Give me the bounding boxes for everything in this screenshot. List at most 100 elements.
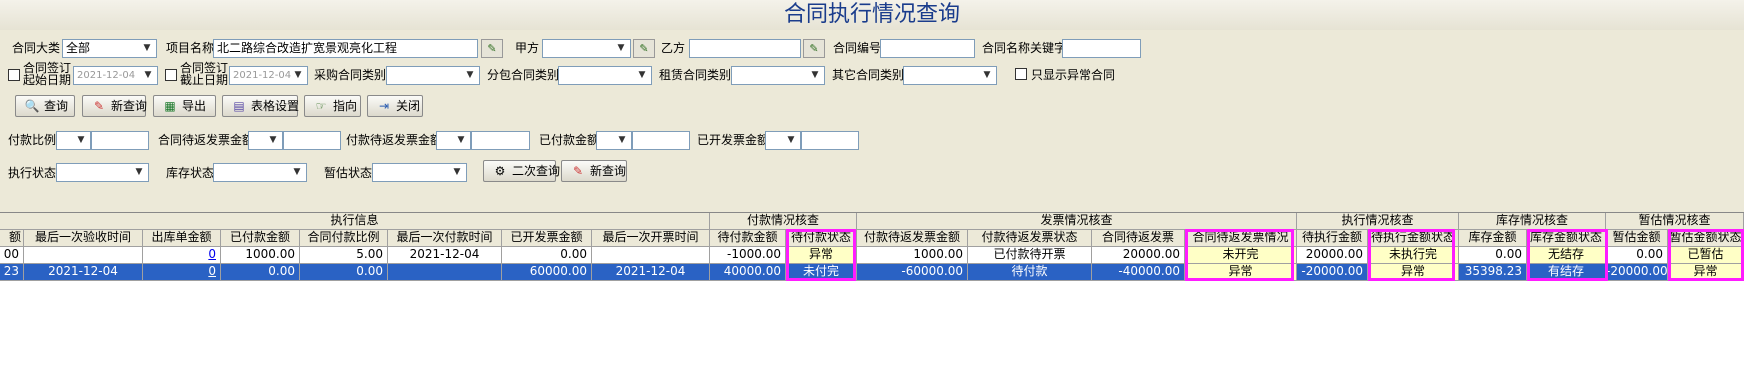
column-header[interactable]: 最后一次验收时间 <box>24 230 143 247</box>
highlight-box-stock-status <box>1527 229 1608 281</box>
results-table[interactable]: 执行信息 付款情况核查 发票情况核查 执行情况核查 库存情况核查 暂估情况核查 … <box>0 212 1744 385</box>
project-pick-icon[interactable]: ✎ <box>481 39 503 58</box>
pay-ratio-op-select[interactable]: ▼ <box>56 131 91 150</box>
column-header[interactable]: 已付款金额 <box>221 230 300 247</box>
project-name-input[interactable]: 北二路综合改造扩宽景观亮化工程 <box>213 39 478 58</box>
table-cell[interactable]: 0.00 <box>1606 247 1668 264</box>
table-cell[interactable]: 2021-12-04 <box>592 264 710 281</box>
outbound-amount-link[interactable]: 0 <box>208 264 220 279</box>
table-cell[interactable] <box>388 264 502 281</box>
table-cell[interactable]: 35398.23 <box>1459 264 1527 281</box>
invoiced-op-select[interactable]: ▼ <box>765 131 801 150</box>
table-cell[interactable]: 已付款待开票 <box>968 247 1092 264</box>
paid-input[interactable] <box>632 131 690 150</box>
close-button[interactable]: ⇥ 关闭 <box>367 95 423 117</box>
sign-end-date[interactable]: 2021-12-04 ▼ <box>229 66 308 85</box>
column-header[interactable]: 待执行金额 <box>1297 230 1368 247</box>
table-cell[interactable]: -1000.00 <box>710 247 786 264</box>
outbound-amount-link[interactable]: 0 <box>208 247 220 262</box>
only-abnormal-checkbox[interactable] <box>1015 68 1027 80</box>
party-b-label: 乙方 <box>661 41 686 55</box>
table-cell[interactable]: 60000.00 <box>502 264 592 281</box>
contract-no-input[interactable] <box>880 39 975 58</box>
table-cell[interactable]: 1000.00 <box>221 247 300 264</box>
invoiced-input[interactable] <box>801 131 859 150</box>
column-header[interactable]: 合同待返发票 <box>1092 230 1185 247</box>
stock-status-select[interactable]: ▼ <box>213 163 307 182</box>
party-a-pick-icon[interactable]: ✎ <box>633 39 655 58</box>
table-cell[interactable]: 0.00 <box>221 264 300 281</box>
sign-start-checkbox[interactable] <box>8 69 20 81</box>
column-header[interactable]: 已开发票金额 <box>502 230 592 247</box>
column-header[interactable]: 库存金额 <box>1459 230 1527 247</box>
column-header[interactable]: 最后一次开票时间 <box>592 230 710 247</box>
column-header[interactable]: 最后一次付款时间 <box>388 230 502 247</box>
table-cell[interactable]: 0.00 <box>1459 247 1527 264</box>
table-cell[interactable]: -40000.00 <box>1092 264 1185 281</box>
table-cell[interactable]: 0 <box>143 264 221 281</box>
column-header[interactable]: 待付款金额 <box>710 230 786 247</box>
export-button[interactable]: ▦ 导出 <box>153 95 216 117</box>
pointer-icon: ☞ <box>315 99 327 113</box>
other-type-select[interactable]: ▼ <box>903 66 997 85</box>
table-cell[interactable]: 2021-12-04 <box>24 264 143 281</box>
paid-op-select[interactable]: ▼ <box>596 131 632 150</box>
party-a-select[interactable]: ▼ <box>542 39 631 58</box>
pay-pending-invoice-op-select[interactable]: ▼ <box>436 131 471 150</box>
table-cell[interactable]: 1000.00 <box>857 247 968 264</box>
chevron-down-icon: ▼ <box>453 167 461 177</box>
sign-end-checkbox[interactable] <box>165 69 177 81</box>
query-button[interactable]: 🔍 查询 <box>15 95 75 117</box>
keyword-input[interactable] <box>1062 39 1141 58</box>
table-cell[interactable]: 5.00 <box>300 247 388 264</box>
table-cell[interactable]: 0.00 <box>300 264 388 281</box>
table-cell[interactable]: 2021-12-04 <box>388 247 502 264</box>
new-query-button-2[interactable]: ✎ 新查询 <box>561 160 627 182</box>
chevron-down-icon: ▼ <box>294 70 302 80</box>
guide-button[interactable]: ☞ 指向 <box>304 95 361 117</box>
table-cell[interactable]: -20000.00 <box>1297 264 1368 281</box>
pay-pending-invoice-input[interactable] <box>471 131 530 150</box>
pencil-icon: ✎ <box>93 99 105 113</box>
column-header[interactable]: 出库单金额 <box>143 230 221 247</box>
highlight-box-estimate-status <box>1668 229 1744 281</box>
party-a-label: 甲方 <box>515 41 540 55</box>
party-b-input[interactable] <box>689 39 801 58</box>
sign-start-date[interactable]: 2021-12-04 ▼ <box>73 66 158 85</box>
lease-type-select[interactable]: ▼ <box>731 66 825 85</box>
table-cell[interactable] <box>24 247 143 264</box>
lease-type-label: 租赁合同类别 <box>659 68 732 82</box>
estimate-status-select[interactable]: ▼ <box>372 163 467 182</box>
pending-invoice-op-select[interactable]: ▼ <box>248 131 283 150</box>
table-cell[interactable]: -20000.00 <box>1606 264 1668 281</box>
new-query-button[interactable]: ✎ 新查询 <box>82 95 147 117</box>
pay-ratio-input[interactable] <box>91 131 149 150</box>
exec-status-select[interactable]: ▼ <box>56 163 149 182</box>
party-b-pick-icon[interactable]: ✎ <box>803 39 825 58</box>
table-cell[interactable]: 00 <box>0 247 24 264</box>
chevron-down-icon: ▼ <box>457 135 465 145</box>
table-cell[interactable]: 23 <box>0 264 24 281</box>
column-header[interactable]: 合同付款比例 <box>300 230 388 247</box>
table-settings-button[interactable]: ▤ 表格设置 <box>222 95 299 117</box>
table-cell[interactable]: 0 <box>143 247 221 264</box>
column-header[interactable]: 付款待返发票状态 <box>968 230 1092 247</box>
table-cell[interactable]: 20000.00 <box>1297 247 1368 264</box>
table-cell[interactable]: 待付款 <box>968 264 1092 281</box>
contract-category-select[interactable]: 全部 ▼ <box>62 39 157 58</box>
subcontract-type-select[interactable]: ▼ <box>558 66 652 85</box>
table-cell[interactable]: -60000.00 <box>857 264 968 281</box>
table-cell[interactable]: 0.00 <box>502 247 592 264</box>
purchase-type-select[interactable]: ▼ <box>386 66 480 85</box>
column-header[interactable]: 付款待返发票金额 <box>857 230 968 247</box>
table-cell[interactable]: 20000.00 <box>1092 247 1185 264</box>
second-query-button[interactable]: ⚙ 二次查询 <box>483 160 560 182</box>
chevron-down-icon: ▼ <box>135 167 143 177</box>
column-header[interactable]: 额 <box>0 230 24 247</box>
column-header[interactable]: 暂估金额 <box>1606 230 1668 247</box>
pending-invoice-input[interactable] <box>283 131 341 150</box>
table-cell[interactable]: 40000.00 <box>710 264 786 281</box>
chevron-down-icon: ▼ <box>269 135 277 145</box>
chevron-down-icon: ▼ <box>77 135 85 145</box>
table-cell[interactable] <box>592 247 710 264</box>
